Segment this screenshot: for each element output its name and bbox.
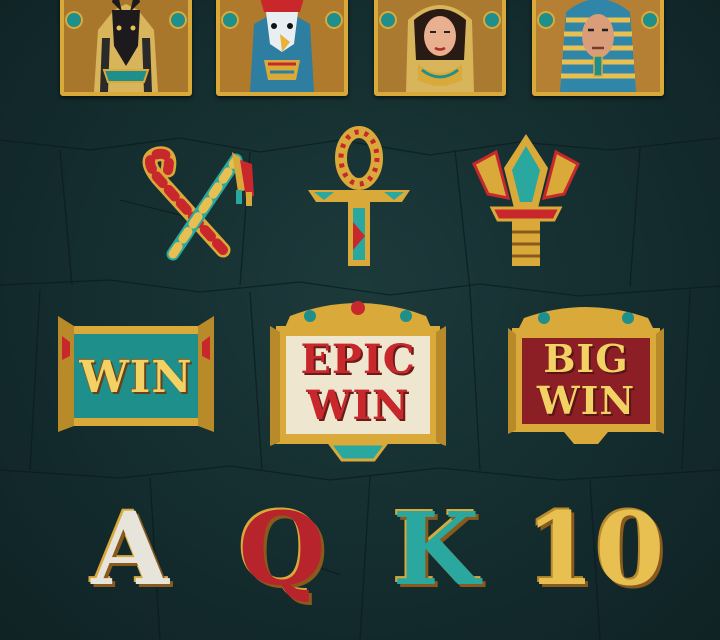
anubis-portrait [60, 0, 192, 96]
epic-win-line2: WIN [306, 382, 410, 429]
epic-win-line1: EPIC [300, 336, 416, 383]
big-win-panel: BIG WIN [508, 300, 664, 446]
pharaoh-portrait [532, 0, 664, 96]
card-letter-k: K [392, 490, 480, 608]
win-panel: WIN [58, 316, 214, 436]
lotus-scepter-icon [472, 134, 580, 266]
win-panel-label: WIN [79, 352, 193, 403]
card-letter-10: 10 [525, 490, 665, 608]
ankh-icon [308, 126, 410, 266]
crook-and-flail-icon [142, 146, 254, 261]
symbol-sheet: WIN EPIC WIN BIG WIN A Q K 10 [0, 0, 720, 640]
cleopatra-portrait [374, 0, 506, 96]
card-letter-q: Q [238, 490, 326, 608]
epic-win-panel: EPIC WIN [270, 296, 446, 466]
horus-portrait [216, 0, 348, 96]
big-win-line2: WIN [536, 378, 636, 423]
card-letter-a: A [91, 490, 169, 608]
big-win-line1: BIG [543, 336, 629, 381]
